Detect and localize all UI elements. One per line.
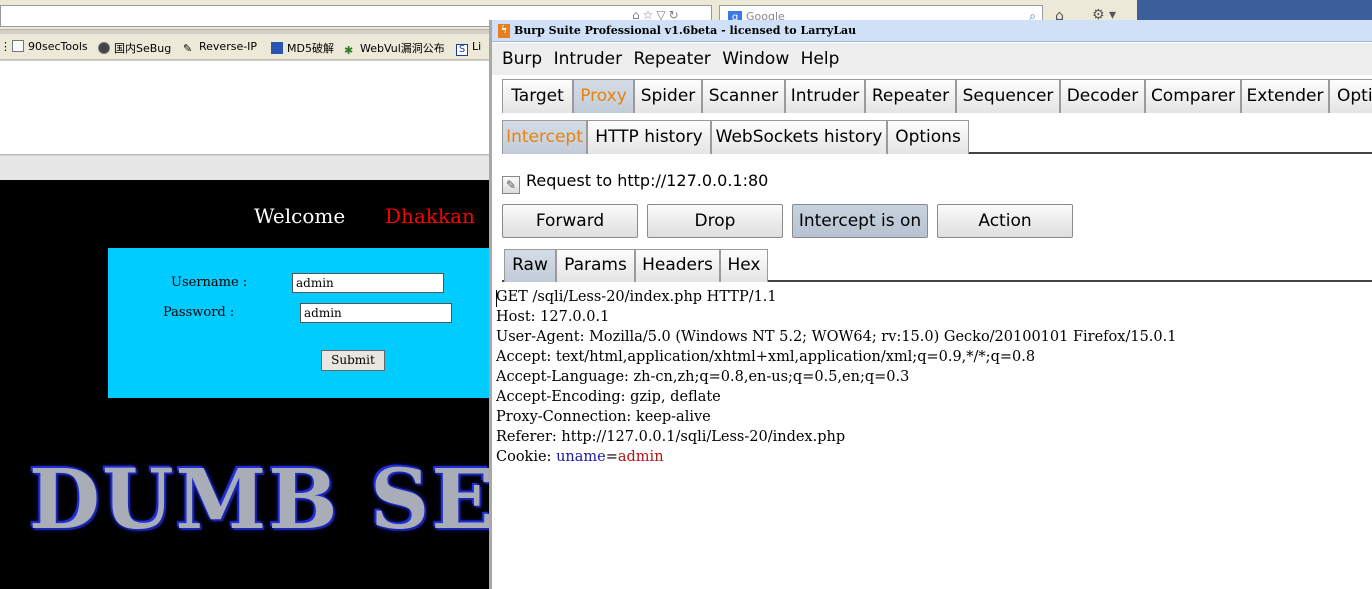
md5-icon [271, 42, 283, 54]
password-label: Password : [163, 305, 235, 320]
bookmark-sebug[interactable]: 国内SeBug [98, 40, 171, 56]
page-banner: I DUMB SE [0, 452, 496, 548]
drop-button[interactable]: Drop [647, 204, 783, 238]
menu-burp[interactable]: Burp [502, 49, 542, 69]
header-user-agent: User-Agent: Mozilla/5.0 (Windows NT 5.2;… [496, 329, 1177, 345]
pen-icon: ✎ [183, 42, 193, 55]
tab-intercept[interactable]: Intercept [502, 120, 587, 154]
bookmark-reverse-ip[interactable]: ✎ Reverse-IP [183, 40, 257, 55]
welcome-text: Welcome [254, 204, 346, 228]
menu-intruder[interactable]: Intruder [554, 49, 622, 69]
window-title: Burp Suite Professional v1.6beta - licen… [514, 24, 857, 37]
tab-intruder[interactable]: Intruder [785, 79, 865, 113]
bookmark-webvul[interactable]: ✱ WebVul漏洞公布 [344, 40, 445, 57]
header-accept-language: Accept-Language: zh-cn,zh;q=0.8,en-us;q=… [496, 369, 910, 385]
message-tab-bar: Raw Params Headers Hex [502, 249, 1372, 282]
tab-scanner[interactable]: Scanner [702, 79, 785, 113]
tab-websockets-history[interactable]: WebSockets history [711, 120, 887, 154]
tab-http-history[interactable]: HTTP history [587, 120, 711, 154]
tab-proxy[interactable]: Proxy [573, 79, 634, 113]
edit-pencil-icon[interactable]: ✎ [502, 176, 520, 194]
bookmark-handle: ⋮ [0, 40, 11, 53]
main-tab-bar: Target Proxy Spider Scanner Intruder Rep… [502, 79, 1372, 113]
tab-headers[interactable]: Headers [635, 249, 720, 282]
username-input[interactable]: admin [292, 273, 444, 293]
menu-help[interactable]: Help [801, 49, 840, 69]
tab-target[interactable]: Target [502, 79, 573, 113]
tab-extender[interactable]: Extender [1241, 79, 1329, 113]
submit-button[interactable]: Submit [321, 350, 385, 371]
request-info: ✎ Request to http://127.0.0.1:80 [502, 171, 768, 194]
tab-repeater[interactable]: Repeater [865, 79, 956, 113]
tab-decoder[interactable]: Decoder [1060, 79, 1145, 113]
intercept-toggle-button[interactable]: Intercept is on [792, 204, 928, 238]
login-form: Username : admin Password : admin Submit [108, 248, 503, 398]
action-button[interactable]: Action [937, 204, 1073, 238]
tab-params[interactable]: Params [556, 249, 635, 282]
tab-sequencer[interactable]: Sequencer [956, 79, 1060, 113]
bug-icon: ✱ [344, 44, 354, 57]
bookmark-90sectools[interactable]: 90secTools [12, 40, 88, 53]
proxy-sub-tab-bar: Intercept HTTP history WebSockets histor… [502, 120, 1372, 154]
header-referer: Referer: http://127.0.0.1/sqli/Less-20/i… [496, 429, 846, 445]
request-line: GET /sqli/Less-20/index.php HTTP/1.1 [496, 289, 777, 305]
cookie-prefix: Cookie: [496, 449, 557, 465]
s-icon: S [456, 44, 468, 56]
cookie-value: admin [617, 449, 664, 465]
desktop-background [1137, 0, 1372, 22]
header-host: Host: 127.0.0.1 [496, 309, 610, 325]
menu-bar: Burp Intruder Repeater Window Help [492, 43, 1372, 75]
cookie-name: uname [556, 449, 606, 465]
menu-repeater[interactable]: Repeater [634, 49, 711, 69]
globe-icon [98, 42, 110, 54]
raw-request-editor[interactable]: GET /sqli/Less-20/index.php HTTP/1.1 Hos… [492, 288, 1372, 589]
tab-raw[interactable]: Raw [504, 249, 556, 282]
header-accept: Accept: text/html,application/xhtml+xml,… [496, 349, 1036, 365]
page-icon [12, 40, 24, 52]
burp-logo-icon: ϟ [498, 24, 510, 38]
tab-comparer[interactable]: Comparer [1145, 79, 1241, 113]
header-accept-encoding: Accept-Encoding: gzip, deflate [496, 389, 721, 405]
request-target-text: Request to http://127.0.0.1:80 [526, 171, 769, 190]
tab-proxy-options[interactable]: Options [887, 120, 969, 154]
menu-window[interactable]: Window [722, 49, 789, 69]
username-label: Username : [171, 275, 248, 290]
tab-spider[interactable]: Spider [634, 79, 702, 113]
burp-window: ϟ Burp Suite Professional v1.6beta - lic… [489, 20, 1372, 589]
tab-hex[interactable]: Hex [720, 249, 768, 282]
window-title-bar: ϟ Burp Suite Professional v1.6beta - lic… [492, 20, 1372, 42]
tab-options[interactable]: Optio [1329, 79, 1372, 113]
forward-button[interactable]: Forward [502, 204, 638, 238]
header-proxy-connection: Proxy-Connection: keep-alive [496, 409, 711, 425]
bookmark-li[interactable]: S Li [456, 40, 481, 56]
header-cookie: Cookie: uname=admin [496, 449, 664, 465]
password-input[interactable]: admin [300, 303, 452, 323]
cookie-equals: = [605, 449, 618, 465]
user-name-text: Dhakkan [385, 204, 475, 228]
bookmark-md5[interactable]: MD5破解 [271, 40, 334, 56]
